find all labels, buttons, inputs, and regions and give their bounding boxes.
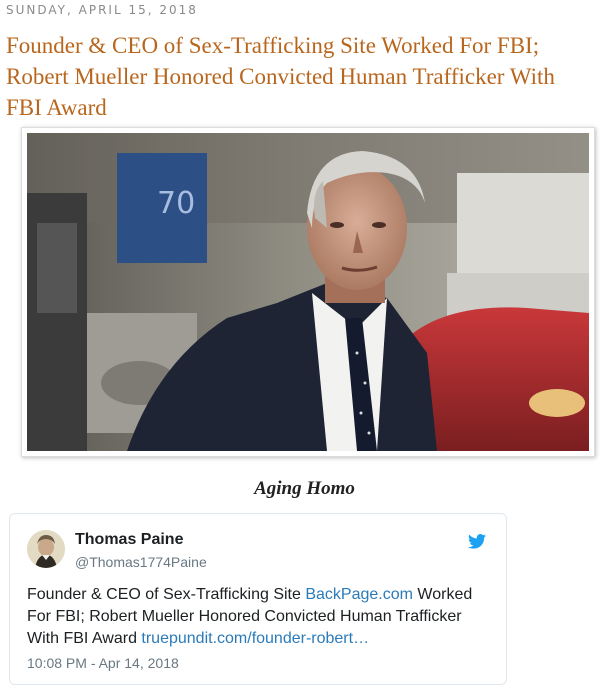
twitter-bird-icon[interactable] xyxy=(468,534,486,549)
author-handle[interactable]: @Thomas1774Paine xyxy=(75,554,207,570)
truepundit-link[interactable]: truepundit.com/founder-robert… xyxy=(141,630,369,647)
embedded-tweet[interactable]: Thomas Paine @Thomas1774Paine Founder & … xyxy=(9,513,507,685)
svg-text:70: 70 xyxy=(157,186,195,221)
photo-caption: Aging Homo xyxy=(254,478,355,499)
twitter-bird-icon-glyph xyxy=(468,534,486,549)
photo-image: 70 xyxy=(27,133,589,451)
tweet-text: Founder & CEO of Sex-Trafficking Site Ba… xyxy=(27,584,487,650)
backpage-link[interactable]: BackPage.com xyxy=(305,586,413,603)
post-date: SUNDAY, APRIL 15, 2018 xyxy=(6,3,198,17)
post-title[interactable]: Founder & CEO of Sex-Trafficking Site Wo… xyxy=(6,30,596,123)
author-avatar[interactable] xyxy=(27,530,65,568)
tweet-text-part1: Founder & CEO of Sex-Trafficking Site xyxy=(27,586,306,603)
tweet-timestamp[interactable]: 10:08 PM - Apr 14, 2018 xyxy=(27,655,179,671)
author-name[interactable]: Thomas Paine xyxy=(75,531,183,549)
portrait-icon xyxy=(27,530,65,568)
post-photo: 70 xyxy=(21,127,595,457)
